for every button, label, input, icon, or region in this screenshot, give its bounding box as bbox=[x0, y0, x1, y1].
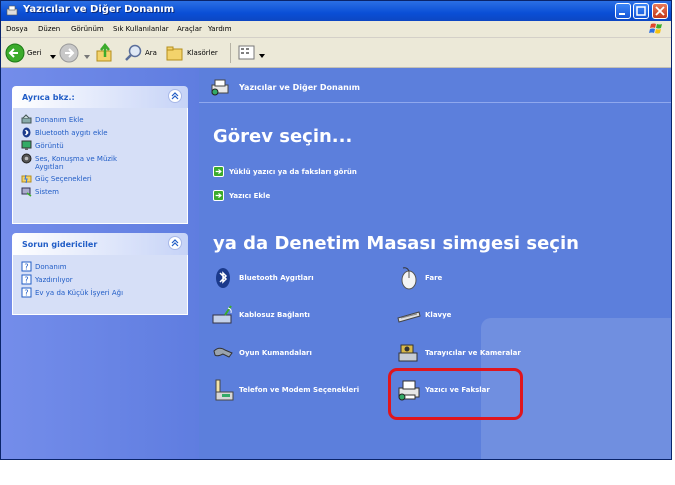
troubleshooters-header[interactable]: Sorun gidericiler bbox=[12, 233, 188, 255]
svg-text:?: ? bbox=[24, 276, 28, 285]
see-also-item-power[interactable]: Güç Seçenekleri bbox=[21, 173, 179, 186]
up-folder-button[interactable] bbox=[95, 43, 115, 63]
sound-icon bbox=[21, 153, 32, 164]
see-also-item-system[interactable]: Sistem bbox=[21, 186, 179, 199]
menu-view[interactable]: Görünüm bbox=[71, 25, 104, 33]
forward-dropdown-icon[interactable] bbox=[83, 53, 91, 61]
bluetooth-icon bbox=[216, 268, 230, 288]
page-margin bbox=[0, 460, 675, 485]
see-also-panel: Ayrıca bkz.: Donanım Ekle Bluetooth aygı… bbox=[12, 86, 188, 224]
menu-file[interactable]: Dosya bbox=[6, 25, 28, 33]
see-also-item-add-hardware[interactable]: Donanım Ekle bbox=[21, 114, 179, 127]
folders-button[interactable]: Klasörler bbox=[165, 43, 225, 63]
menu-favorites[interactable]: Sık Kullanılanlar bbox=[113, 25, 169, 33]
pick-icon-title: ya da Denetim Masası simgesi seçin bbox=[213, 233, 579, 254]
chevron-up-icon bbox=[171, 239, 179, 247]
add-hardware-icon bbox=[21, 114, 32, 124]
troubleshooter-printing[interactable]: ? Yazdırılıyor bbox=[21, 274, 179, 287]
see-also-header[interactable]: Ayrıca bkz.: bbox=[12, 86, 188, 108]
wireless-icon bbox=[212, 305, 232, 324]
window-title: Yazıcılar ve Diğer Donanım bbox=[23, 4, 175, 15]
scanner-camera-icon bbox=[398, 344, 418, 362]
menu-edit[interactable]: Düzen bbox=[38, 25, 60, 33]
close-icon bbox=[655, 6, 665, 16]
toolbar: Geri Ara Klasörler bbox=[1, 38, 671, 68]
see-also-collapse-button[interactable] bbox=[168, 89, 182, 103]
troubleshooters-panel: Sorun gidericiler ? Donanım ? Yazdırılıy… bbox=[12, 233, 188, 315]
help-icon: ? bbox=[21, 274, 32, 285]
header-divider bbox=[199, 102, 671, 103]
back-label: Geri bbox=[27, 49, 42, 57]
search-label: Ara bbox=[145, 49, 157, 57]
up-folder-icon bbox=[96, 43, 112, 62]
close-button[interactable] bbox=[652, 3, 668, 19]
folders-label: Klasörler bbox=[187, 49, 218, 57]
troubleshooter-hardware[interactable]: ? Donanım bbox=[21, 261, 179, 274]
search-icon bbox=[125, 44, 142, 61]
see-also-title: Ayrıca bkz.: bbox=[22, 93, 75, 102]
bluetooth-icon bbox=[22, 127, 31, 138]
power-options-icon bbox=[21, 174, 32, 184]
minimize-button[interactable] bbox=[615, 3, 631, 19]
maximize-button[interactable] bbox=[633, 3, 649, 19]
printers-hardware-icon bbox=[211, 79, 229, 96]
back-dropdown-icon[interactable] bbox=[49, 53, 57, 61]
troubleshooters-title: Sorun gidericiler bbox=[22, 240, 98, 249]
svg-text:?: ? bbox=[24, 289, 28, 298]
content-area: Ayrıca bkz.: Donanım Ekle Bluetooth aygı… bbox=[1, 68, 671, 459]
windows-logo-icon bbox=[649, 23, 662, 34]
gamepad-icon bbox=[213, 347, 233, 358]
back-arrow-icon bbox=[5, 43, 25, 63]
pick-task-title: Görev seçin... bbox=[213, 126, 353, 147]
see-also-item-display[interactable]: Görüntü bbox=[21, 140, 179, 153]
title-bar[interactable]: Yazıcılar ve Diğer Donanım bbox=[1, 1, 671, 21]
views-button[interactable] bbox=[237, 43, 265, 63]
see-also-body: Donanım Ekle Bluetooth aygıtı ekle Görün… bbox=[12, 108, 188, 224]
see-also-item-sound[interactable]: Ses, Konuşma ve Müzik Aygıtları bbox=[21, 153, 179, 173]
minimize-icon bbox=[619, 13, 625, 15]
troubleshooters-body: ? Donanım ? Yazdırılıyor ? Ev ya da Küçü… bbox=[12, 255, 188, 315]
display-icon bbox=[21, 140, 32, 150]
help-icon: ? bbox=[21, 287, 32, 298]
system-icon bbox=[21, 187, 32, 197]
maximize-icon bbox=[636, 6, 646, 16]
arrow-right-icon bbox=[213, 190, 224, 201]
back-button[interactable]: Geri bbox=[5, 43, 47, 63]
troubleshooters-collapse-button[interactable] bbox=[168, 236, 182, 250]
arrow-right-icon bbox=[213, 166, 224, 177]
help-icon: ? bbox=[21, 261, 32, 272]
menu-bar: Dosya Düzen Görünüm Sık Kullanılanlar Ar… bbox=[1, 21, 671, 38]
forward-button[interactable] bbox=[59, 43, 81, 63]
see-also-item-bluetooth[interactable]: Bluetooth aygıtı ekle bbox=[21, 127, 179, 140]
views-icon bbox=[238, 45, 255, 60]
control-panel-window: Yazıcılar ve Diğer Donanım Dosya Düzen G… bbox=[0, 0, 672, 460]
views-dropdown-icon bbox=[259, 54, 265, 58]
printer-folder-icon bbox=[6, 5, 18, 16]
folders-icon bbox=[166, 46, 183, 61]
left-task-pane: Ayrıca bkz.: Donanım Ekle Bluetooth aygı… bbox=[1, 68, 199, 459]
svg-text:?: ? bbox=[24, 263, 28, 272]
highlight-printers-faxes bbox=[388, 368, 523, 420]
toolbar-separator bbox=[230, 43, 231, 63]
phone-modem-icon bbox=[215, 379, 234, 401]
forward-arrow-icon bbox=[59, 43, 79, 63]
chevron-up-icon bbox=[171, 92, 179, 100]
search-button[interactable]: Ara bbox=[123, 43, 163, 63]
troubleshooter-home-network[interactable]: ? Ev ya da Küçük İşyeri Ağı bbox=[21, 287, 179, 300]
page-header: Yazıcılar ve Diğer Donanım bbox=[239, 83, 360, 92]
keyboard-icon bbox=[397, 311, 421, 323]
menu-help[interactable]: Yardım bbox=[208, 25, 232, 33]
menu-tools[interactable]: Araçlar bbox=[177, 25, 202, 33]
category-pane: Yazıcılar ve Diğer Donanım Görev seçin..… bbox=[199, 68, 671, 459]
mouse-icon bbox=[401, 267, 417, 290]
